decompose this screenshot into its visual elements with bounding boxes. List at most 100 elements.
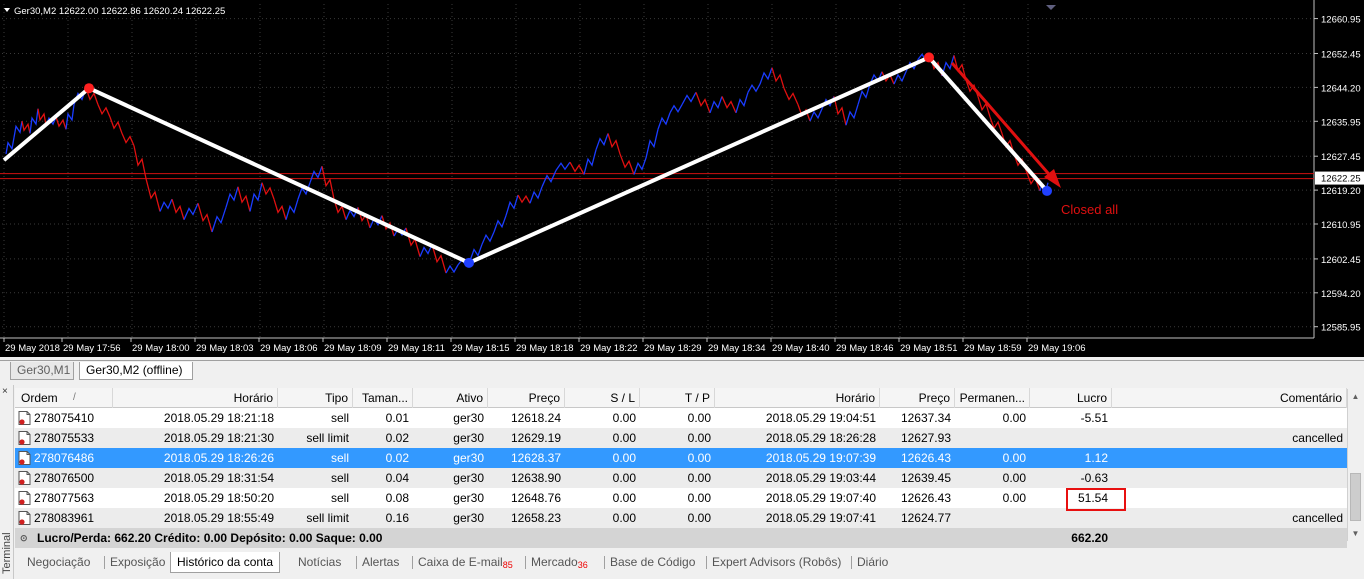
table-row[interactable]: 278075410 2018.05.29 18:21:18 sell 0.01 ger3… [15,408,1347,428]
table-row[interactable]: 278076500 2018.05.29 18:31:54 sell 0.04 ger3… [15,468,1347,488]
time-label: 29 May 18:51 [900,343,958,354]
tab-label: Expert Advisors (Robôs) [712,555,842,569]
tab-negocia-o[interactable]: Negociação [27,552,90,573]
table-cell: 0.00 [612,511,636,525]
tab-exposi-o[interactable]: Exposição [110,552,165,573]
table-cell: sell [330,491,349,505]
tab-hist-rico-da-conta[interactable]: Histórico da conta [170,552,281,573]
closed-all-annotation: Closed all [1061,202,1118,217]
col-horario[interactable]: Horário [113,388,278,408]
time-label: 29 May 18:34 [708,343,766,354]
table-cell: 12629.19 [510,431,561,445]
table-cell: 2018.05.29 18:55:49 [163,511,274,525]
totals-label: Lucro/Perda: 662.20 Crédito: 0.00 Depósi… [37,531,383,545]
up-segment [681,92,697,105]
up-segment [583,149,597,175]
table-cell [1030,428,1112,448]
tab-base-de-c-digo[interactable]: Base de Código [610,552,695,573]
tab-not-cias[interactable]: Notícias [298,552,341,573]
col-sl[interactable]: S / L [565,388,640,408]
tab-expert-advisors-rob-s[interactable]: Expert Advisors (Robôs) [712,552,841,573]
price-label: 12585.95 [1321,323,1361,334]
table-cell: 12627.93 [900,431,951,445]
table-cell: 2018.05.29 19:07:41 [765,511,876,525]
table-cell: 2018.05.29 18:21:30 [163,431,274,445]
price-label: 12644.20 [1321,83,1361,94]
tab-ger30-m1[interactable]: Ger30,M1 [10,362,74,380]
tab-di-rio[interactable]: Diário [857,552,888,573]
col-lucro[interactable]: Lucro [1030,388,1112,408]
price-chart[interactable]: 12660.95 12652.45 12644.20 12635.95 12627.45… [0,0,1364,357]
time-label: 29 May 2018 [5,343,60,354]
table-cell: 0.04 [385,471,409,485]
scroll-up-icon[interactable]: ▲ [1348,389,1363,404]
table-row[interactable]: 278075533 2018.05.29 18:21:30 sell limit 0.… [15,428,1347,448]
table-cell: 0.00 [1002,411,1026,425]
symbol-info: Ger30,M2 12622.00 12622.86 12620.24 1262… [14,6,225,17]
up-segment [481,231,495,245]
table-cell: 0.00 [687,471,711,485]
table-cell: 0.02 [385,451,409,465]
col-ativo[interactable]: Ativo [413,388,488,408]
up-segment [285,198,299,220]
terminal-tab-bar: Negociação Exposição Histórico da conta Not… [15,552,1364,573]
table-cell: cancelled [1292,431,1343,445]
col-permanencia[interactable]: Permanen... [955,388,1030,408]
col-preco[interactable]: Preço [488,388,565,408]
col-preco-fecho[interactable]: Preço [880,388,955,408]
table-cell: 0.00 [687,511,711,525]
table-cell: 12639.45 [900,471,951,485]
col-comentario[interactable]: Comentário [1112,388,1347,408]
swing-low-marker [464,257,474,268]
table-row[interactable]: 278077563 2018.05.29 18:50:20 sell 0.08 ger3… [15,488,1347,508]
up-segment [211,207,227,233]
table-cell [1112,468,1347,488]
up-segment [493,215,507,233]
col-tp[interactable]: T / P [640,388,715,408]
table-cell: 2018.05.29 18:21:18 [163,411,274,425]
table-cell: 0.00 [1002,451,1026,465]
col-ordem[interactable]: Ordem [15,388,113,408]
vertical-scrollbar[interactable]: ▲ ▼ [1347,389,1362,541]
table-cell: 278075410 [34,411,95,425]
chart-canvas[interactable]: 12660.95 12652.45 12644.20 12635.95 12627.45… [0,0,1364,357]
col-tipo[interactable]: Tipo [278,388,353,408]
tab-ger30-m2-offline[interactable]: Ger30,M2 (offline) [79,362,193,380]
col-tamanho[interactable]: Taman... [353,388,413,408]
table-cell: -5.51 [1080,411,1108,425]
col-horario-fecho[interactable]: Horário [715,388,880,408]
table-cell: 2018.05.29 18:31:54 [163,471,274,485]
table-cell: 278075533 [34,431,95,445]
table-cell [955,508,1030,528]
down-segment [121,133,135,146]
tab-mercado[interactable]: Mercado36 [531,552,588,573]
up-segment [595,133,609,151]
time-label: 29 May 18:40 [772,343,830,354]
tab-badge: 85 [502,560,513,570]
table-row[interactable]: 278076486 2018.05.29 18:26:26 sell 0.02 ger3… [15,448,1347,468]
table-cell: 0.01 [385,411,409,425]
table-row[interactable]: 278083961 2018.05.29 18:55:49 sell limit 0.… [15,508,1347,528]
down-segment [55,116,67,130]
price-label: 12652.45 [1321,50,1361,61]
table-cell: 278083961 [34,511,95,525]
table-cell: 0.00 [612,451,636,465]
close-icon[interactable]: × [2,387,12,397]
tab-alertas[interactable]: Alertas [362,552,399,573]
tab-label: Negociação [27,555,91,569]
tab-separator [604,556,605,569]
table-cell: sell limit [306,431,349,445]
time-label: 29 May 18:46 [836,343,894,354]
down-segment [261,182,275,200]
table-cell: ger30 [453,451,484,465]
tab-separator [356,556,357,569]
scrollbar-thumb[interactable] [1350,473,1361,521]
tab-separator [706,556,707,569]
tab-label: Diário [857,555,889,569]
scroll-down-icon[interactable]: ▼ [1348,526,1363,541]
summary-icon: ⊙ [20,533,28,543]
tab-caixa-de-e-mail[interactable]: Caixa de E-mail85 [418,552,513,573]
price-label: 12627.45 [1321,152,1361,163]
time-label: 29 May 18:00 [132,343,190,354]
totals-value: 662.20 [1071,531,1108,545]
